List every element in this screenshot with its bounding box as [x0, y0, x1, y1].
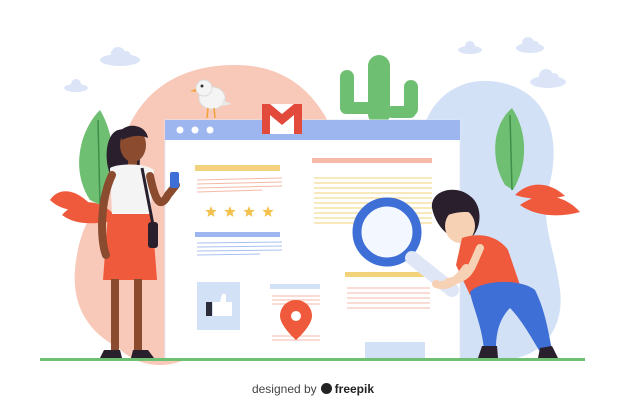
- credit-brand: freepik: [334, 382, 375, 396]
- cactus-icon: [340, 55, 418, 125]
- phone-icon: [170, 172, 179, 188]
- cloud-icon: [458, 41, 482, 54]
- cloud-icon: [516, 37, 544, 53]
- browser-dot: [176, 126, 184, 134]
- illustration-scene: [40, 37, 585, 365]
- ground-line: [40, 358, 585, 361]
- browser-dot: [191, 126, 199, 134]
- cloud-icon: [64, 79, 88, 92]
- cloud-icon: [100, 47, 140, 66]
- gmail-icon: [262, 104, 302, 134]
- credit-line: designed by freepik: [0, 382, 626, 396]
- credit-prefix: designed by: [251, 382, 317, 396]
- cloud-icon: [530, 69, 566, 88]
- freepik-logo-icon: [320, 383, 332, 394]
- browser-dot: [206, 126, 214, 134]
